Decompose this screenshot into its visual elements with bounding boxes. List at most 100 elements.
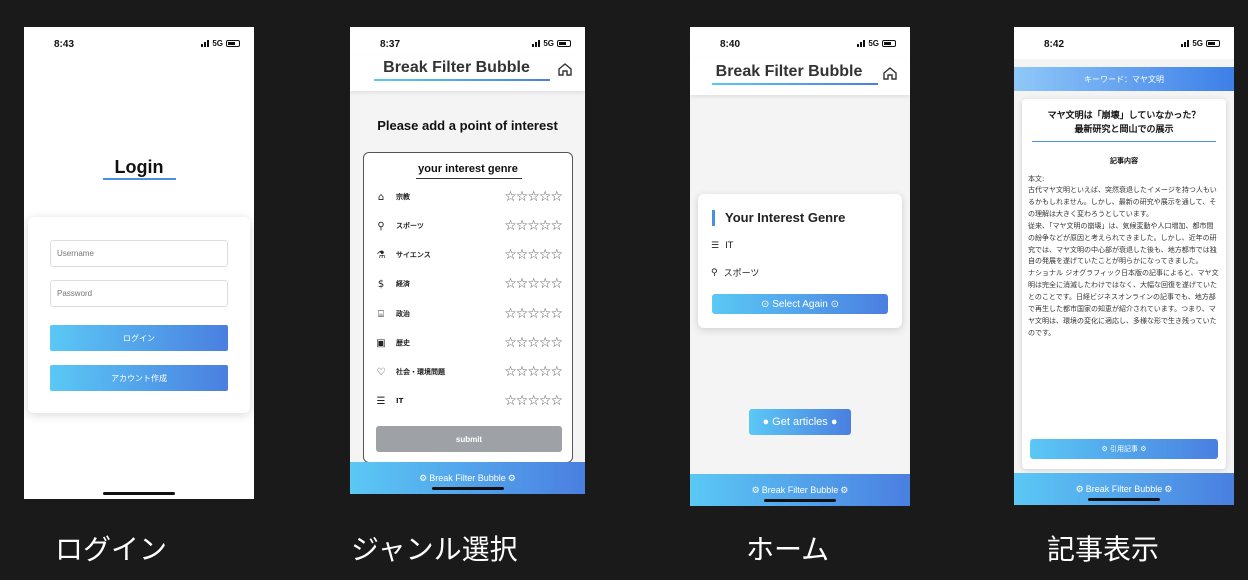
- star-rating[interactable]: ☆☆☆☆☆: [504, 247, 563, 263]
- gear-icon: ⚙: [1140, 445, 1147, 453]
- star-rating[interactable]: ☆☆☆☆☆: [504, 276, 563, 292]
- status-bar: 8:42 5G: [1014, 27, 1234, 59]
- status-time: 8:42: [1044, 39, 1065, 50]
- article-title: マヤ文明は「崩壊」していなかった？ 最新研究と岡山での展示: [1047, 111, 1201, 135]
- server-icon: ☰: [376, 395, 386, 407]
- article-body[interactable]: 古代マヤ文明といえば、突然衰退したイメージを持つ人もいるかもしれません。しかし、…: [1028, 185, 1220, 399]
- signal-icon: [857, 40, 866, 47]
- star-rating[interactable]: ☆☆☆☆☆: [504, 364, 563, 380]
- create-account-button[interactable]: アカウント作成: [50, 365, 228, 391]
- genre-label: サイエンス: [396, 251, 431, 259]
- circle-icon: ⊙: [761, 298, 770, 310]
- gear-icon: ⚙: [1164, 483, 1173, 494]
- genre-rating-box: your interest genre ⌂ 宗教 ☆☆☆☆☆ ⚲ スポーツ ☆☆…: [363, 152, 573, 463]
- prompt-heading: Please add a point of interest: [377, 118, 558, 133]
- login-screen: 8:43 5G Login ログイン アカウント作成: [24, 27, 254, 499]
- genre-row: ⌸ 政治 ☆☆☆☆☆: [374, 305, 563, 323]
- login-form-card: ログイン アカウント作成: [28, 217, 250, 413]
- star-rating[interactable]: ☆☆☆☆☆: [504, 218, 563, 234]
- star-rating[interactable]: ☆☆☆☆☆: [504, 306, 563, 322]
- article-card: マヤ文明は「崩壊」していなかった？ 最新研究と岡山での展示 記事内容 本文: 古…: [1022, 99, 1226, 469]
- title-underline: [103, 178, 176, 180]
- footer-label: Break Filter Bubble: [761, 485, 839, 495]
- genre-label: 政治: [396, 310, 410, 318]
- home-indicator: [1088, 498, 1160, 501]
- battery-icon: [1206, 40, 1220, 47]
- genre-label: 経済: [396, 280, 410, 288]
- app-title: Break Filter Bubble: [715, 63, 863, 80]
- gear-icon: ⚙: [1101, 445, 1108, 453]
- network-label: 5G: [868, 39, 879, 48]
- gear-icon: ⚙: [840, 484, 849, 495]
- genre-select-screen: 8:37 5G Break Filter Bubble Please add a…: [350, 27, 585, 494]
- login-button[interactable]: ログイン: [50, 325, 228, 351]
- circle-icon: ⊙: [830, 298, 839, 310]
- body-label: 本文:: [1028, 175, 1045, 183]
- network-label: 5G: [212, 39, 223, 48]
- genre-row: ♡ 社会・環境問題 ☆☆☆☆☆: [374, 363, 563, 381]
- genre-row: ⚲ スポーツ ☆☆☆☆☆: [374, 217, 563, 235]
- gear-icon: ⚙: [507, 472, 516, 483]
- genre-label: 社会・環境問題: [396, 368, 445, 376]
- card-title: Your Interest Genre: [725, 210, 846, 225]
- genre-item: ☰ IT: [711, 241, 734, 251]
- submit-button[interactable]: submit: [376, 426, 562, 452]
- title-underline: [712, 83, 878, 85]
- genre-box-title: your interest genre: [418, 163, 518, 175]
- genre-label: 宗教: [396, 193, 410, 201]
- home-indicator: [431, 487, 504, 490]
- history-icon: ▣: [376, 337, 386, 349]
- home-screen: 8:40 5G Break Filter Bubble Your Interes…: [690, 27, 910, 506]
- dollar-icon: $: [377, 278, 385, 290]
- genre-row: ☰ IT ☆☆☆☆☆: [374, 392, 563, 410]
- home-icon[interactable]: [557, 61, 573, 77]
- article-screen: 8:42 5G キーワード：マヤ文明 マヤ文明は「崩壊」していなかった？ 最新研…: [1014, 27, 1234, 505]
- dot-icon: ●: [762, 416, 770, 428]
- bicycle-icon: ⚲: [711, 267, 718, 278]
- caption-article: 記事表示: [1047, 533, 1160, 566]
- home-indicator: [764, 499, 836, 502]
- gear-icon: ⚙: [1075, 483, 1084, 494]
- star-rating[interactable]: ☆☆☆☆☆: [504, 335, 563, 351]
- select-again-button[interactable]: ⊙ Select Again ⊙: [712, 294, 888, 314]
- get-articles-button[interactable]: ● Get articles ●: [749, 409, 851, 435]
- handshake-icon: ♡: [376, 366, 386, 378]
- genre-item: ⚲ スポーツ: [711, 267, 760, 280]
- password-input[interactable]: [50, 280, 228, 307]
- network-label: 5G: [1192, 39, 1203, 48]
- flask-icon: ⚗: [376, 249, 386, 261]
- bicycle-icon: ⚲: [377, 220, 385, 232]
- gear-icon: ⚙: [751, 484, 760, 495]
- dot-icon: ●: [830, 416, 838, 428]
- home-icon[interactable]: [882, 65, 898, 81]
- app-header: Break Filter Bubble: [350, 55, 585, 91]
- title-underline: [374, 79, 550, 81]
- star-rating[interactable]: ☆☆☆☆☆: [504, 393, 563, 409]
- gear-icon: ⚙: [419, 472, 428, 483]
- section-heading: 記事内容: [1110, 157, 1138, 165]
- genre-label: スポーツ: [396, 222, 424, 230]
- app-header: Break Filter Bubble: [690, 59, 910, 95]
- footer-label: Break Filter Bubble: [1085, 484, 1163, 494]
- server-icon: ☰: [711, 241, 720, 251]
- username-input[interactable]: [50, 240, 228, 267]
- cited-article-button[interactable]: ⚙ 引用記事 ⚙: [1030, 439, 1218, 459]
- signal-icon: [1181, 40, 1190, 47]
- caption-home: ホーム: [746, 533, 830, 566]
- accent-bar: [712, 210, 715, 226]
- genre-row: ▣ 歴史 ☆☆☆☆☆: [374, 334, 563, 352]
- box-title-underline: [416, 178, 522, 179]
- network-label: 5G: [543, 39, 554, 48]
- genre-row: ⚗ サイエンス ☆☆☆☆☆: [374, 246, 563, 264]
- interest-genre-card: Your Interest Genre ☰ IT ⚲ スポーツ ⊙ Select…: [698, 194, 902, 328]
- battery-icon: [882, 40, 896, 47]
- star-rating[interactable]: ☆☆☆☆☆: [504, 189, 563, 205]
- status-time: 8:37: [380, 39, 401, 50]
- bank-icon: ⌸: [378, 308, 384, 320]
- signal-icon: [201, 40, 210, 47]
- genre-row: ⌂ 宗教 ☆☆☆☆☆: [374, 188, 563, 206]
- app-title: Break Filter Bubble: [383, 59, 530, 76]
- caption-login: ログイン: [55, 533, 168, 566]
- genre-label: IT: [396, 397, 404, 405]
- login-title: Login: [114, 157, 164, 177]
